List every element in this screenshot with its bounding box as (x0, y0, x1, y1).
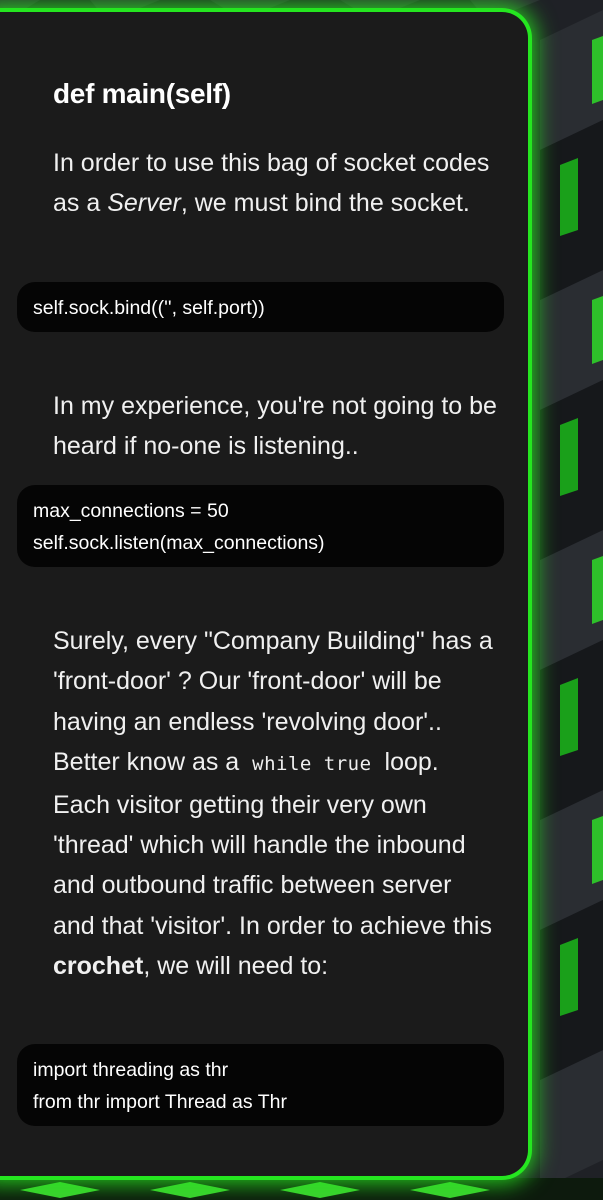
front-door-text-2: loop. Each visitor getting their very ow… (53, 748, 492, 940)
code-line: max_connections = 50 (33, 500, 229, 522)
code-line: from thr import Thread as Thr (33, 1090, 287, 1113)
listen-paragraph: In my experience, you're not going to be… (53, 392, 497, 461)
code-line: self.sock.bind(('', self.port)) (33, 297, 265, 319)
intro-paragraph: In order to use this bag of socket codes… (53, 143, 503, 224)
intro-text-after: , we must bind the socket. (180, 189, 470, 218)
section-heading: def main(self) (53, 78, 231, 109)
code-line: import threading as thr (33, 1059, 229, 1081)
while-true-inline-code: while true (252, 753, 372, 776)
server-emphasis: Server (107, 189, 181, 218)
front-door-paragraph: Surely, every "Company Building" has a '… (53, 621, 493, 987)
code-block-threading: import threading as thr from thr import … (15, 1042, 506, 1128)
content-card: def main(self) In order to use this bag … (0, 12, 528, 1176)
crochet-strong: crochet (53, 952, 144, 981)
code-block-bind: self.sock.bind(('', self.port)) (15, 280, 506, 334)
code-block-listen: max_connections = 50 self.sock.listen(ma… (15, 483, 506, 569)
front-door-text-3: , we will need to: (143, 952, 329, 981)
code-line: self.sock.listen(max_connections) (33, 531, 325, 554)
